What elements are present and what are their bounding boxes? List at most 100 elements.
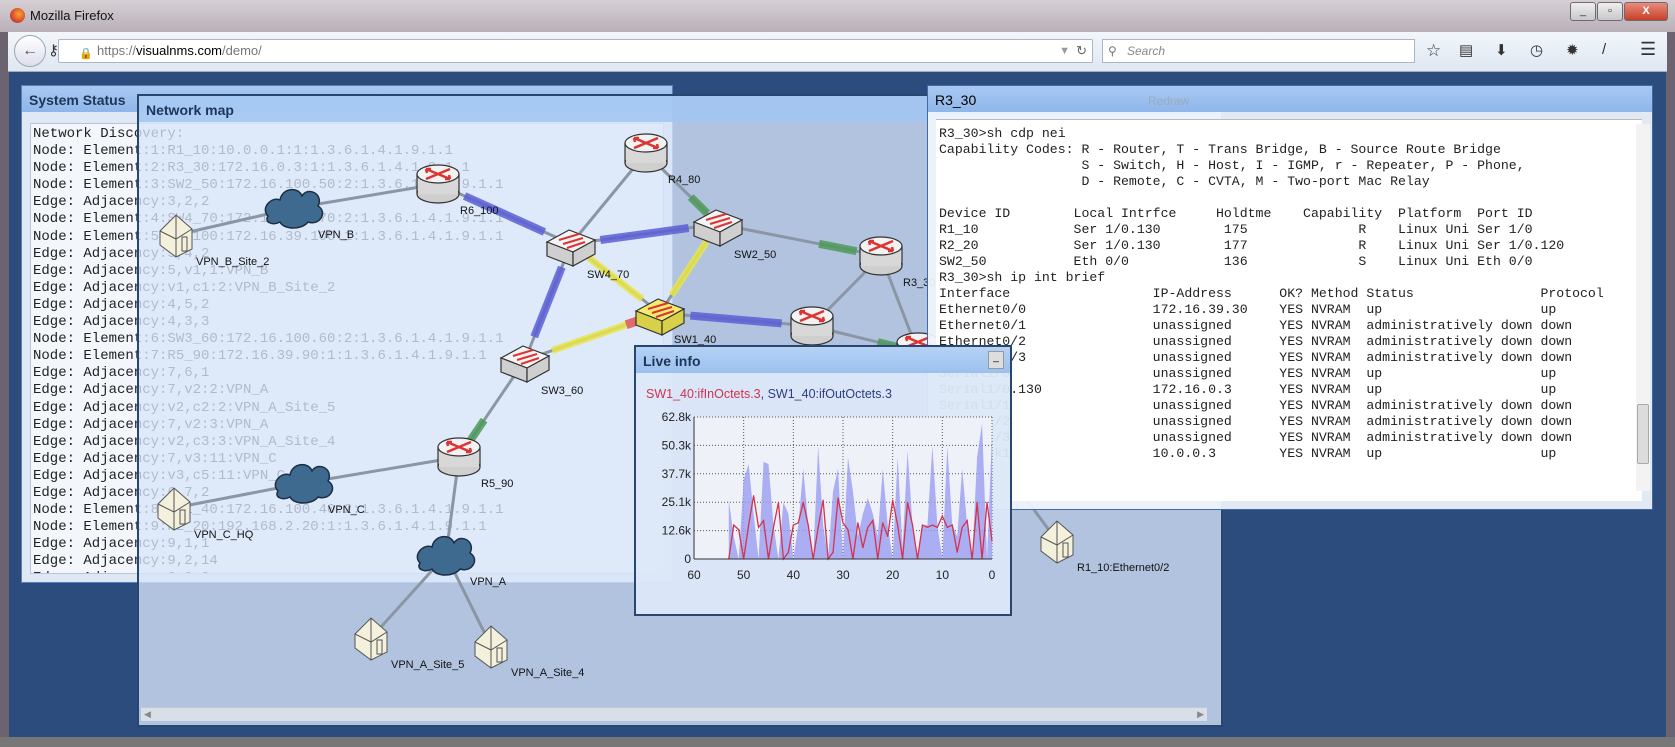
data-point-in <box>817 526 819 528</box>
url-host: visualnms.com <box>136 43 222 58</box>
scroll-left-icon[interactable]: ◀ <box>144 709 151 720</box>
log-line: SW2_50 Eth 0/0 136 S Linux Uni Eth 0/0 <box>939 254 1533 269</box>
log-line: Serial1/1 unassigned YES NVRAM administr… <box>939 398 1573 413</box>
search-input[interactable]: ⚲ Search <box>1102 39 1415 63</box>
y-tick-label: 0 <box>684 552 691 566</box>
log-line: Serial1/3 unassigned YES NVRAM administr… <box>939 430 1573 445</box>
log-line: Ethernet0/2 unassigned YES NVRAM adminis… <box>939 334 1573 349</box>
scrollbar-thumb[interactable] <box>1637 404 1649 464</box>
log-line: Interface IP-Address OK? Method Status P… <box>939 286 1604 301</box>
log-line: R1_10 Ser 1/0.130 175 R Linux Uni Ser 1/… <box>939 222 1533 237</box>
x-tick-label: 60 <box>687 568 701 582</box>
data-point-in <box>733 524 735 526</box>
terminal-output: R3_30>sh cdp nei Capability Codes: R - Ro… <box>936 119 1642 501</box>
gear-icon[interactable]: ✹ <box>1566 41 1579 59</box>
data-point-in <box>941 515 943 517</box>
data-point-in <box>966 519 968 522</box>
redraw-button[interactable]: Redraw <box>1148 94 1189 108</box>
data-point-in <box>872 519 874 522</box>
data-point-in <box>787 551 789 553</box>
scroll-right-icon[interactable]: ▶ <box>1197 709 1204 720</box>
data-point-in <box>976 501 978 504</box>
minimize-button[interactable]: _ <box>1570 2 1596 21</box>
data-point-in <box>738 529 740 531</box>
terminal-window-r3-30: R3_30 Redraw R3_30>sh cdp nei Capability … <box>927 85 1653 510</box>
x-tick-label: 0 <box>989 568 996 582</box>
chart-legend: SW1_40:ifInOctets.3, SW1_40:ifOutOctets.… <box>646 387 892 401</box>
back-button[interactable]: ← <box>14 35 46 67</box>
reload-icon[interactable]: ↻ <box>1076 40 1087 62</box>
window-title: Mozilla Firefox <box>30 8 114 23</box>
close-button[interactable]: X <box>1624 2 1668 21</box>
data-point-in <box>897 524 899 526</box>
x-tick-label: 40 <box>787 568 801 582</box>
live-info-title: Live info <box>636 347 1010 373</box>
download-icon[interactable]: ⬇ <box>1495 41 1508 59</box>
search-icon: ⚲ <box>1108 44 1117 58</box>
history-icon[interactable]: ◷ <box>1530 41 1543 59</box>
minimize-window-button[interactable]: _ <box>988 351 1004 369</box>
wrench-icon[interactable]: / <box>1602 41 1606 58</box>
x-tick-label: 30 <box>836 568 850 582</box>
y-tick-label: 37.7k <box>662 467 692 481</box>
data-point-in <box>772 526 775 528</box>
legend-separator: , <box>760 387 768 401</box>
data-point-in <box>753 495 755 497</box>
url-scheme: https:// <box>97 43 137 58</box>
data-point-in <box>792 524 794 526</box>
dropdown-icon[interactable]: ▼ <box>1059 40 1070 62</box>
y-tick-label: 62.8k <box>662 410 692 424</box>
log-line: Loopback1 10.0.0.3 YES NVRAM up up <box>939 446 1557 461</box>
live-info-window: Live info _ SW1_40:ifInOctets.3, SW1_40:… <box>634 345 1012 616</box>
data-point-in <box>956 551 958 553</box>
data-point-in <box>862 547 864 549</box>
navigation-bar: ← ⚷ 🔒 https://visualnms.com/demo/ ▼ ↻ ⚲ … <box>8 32 1667 72</box>
data-point-in <box>946 526 948 528</box>
maximize-button[interactable]: ▫ <box>1597 2 1623 21</box>
reading-list-icon[interactable]: ▤ <box>1459 41 1473 59</box>
data-point-in <box>757 526 760 528</box>
y-tick-label: 25.1k <box>662 495 692 509</box>
firefox-logo-icon <box>10 8 25 23</box>
horizontal-scrollbar[interactable]: ◀ ▶ <box>141 707 1207 721</box>
traffic-chart: 0 12.6k 25.1k 37.7k 50.3k 62.8k 60 50 40 30 20 10 0 <box>662 410 996 582</box>
data-point-in <box>847 529 849 531</box>
log-line: D - Remote, C - CVTA, M - Two-port Mac R… <box>939 174 1430 189</box>
log-line: R3_30>sh cdp nei <box>939 126 1066 141</box>
data-point-in <box>842 522 844 524</box>
url-path: /demo/ <box>222 43 262 58</box>
log-line: R3_30>sh ip int brief <box>939 270 1106 285</box>
data-point-in <box>857 522 859 524</box>
log-line: Serial1/0 unassigned YES NVRAM up up <box>939 366 1557 381</box>
data-point-in <box>887 535 889 537</box>
vertical-scrollbar[interactable] <box>1636 124 1650 491</box>
data-point-in <box>748 524 750 526</box>
data-point-in <box>832 551 834 553</box>
log-line: Capability Codes: R - Router, T - Trans … <box>939 142 1501 157</box>
data-point-in <box>951 524 953 526</box>
y-tick-label: 50.3k <box>662 438 692 452</box>
log-line: Ethernet0/0 172.16.39.30 YES NVRAM up up <box>939 302 1557 317</box>
y-tick-label: 12.6k <box>662 524 692 538</box>
data-point-in <box>991 540 993 542</box>
data-point-in <box>926 526 929 528</box>
data-point-in <box>822 499 824 501</box>
log-line: Ethernet0/1 unassigned YES NVRAM adminis… <box>939 318 1573 333</box>
data-point-in <box>906 501 909 504</box>
log-line: R2_20 Ser 1/0.130 177 R Linux Uni Ser 1/… <box>939 238 1565 253</box>
log-line: Device ID Local Intrfce Holdtme Capabili… <box>939 206 1533 221</box>
taskbar <box>0 737 1675 747</box>
data-point-in <box>961 526 963 528</box>
lock-icon: 🔒 <box>79 48 93 60</box>
log-line: Serial1/0.130 172.16.0.3 YES NVRAM up up <box>939 382 1557 397</box>
data-point-in <box>802 501 804 504</box>
data-point-in <box>797 522 799 524</box>
log-line: Serial1/2 unassigned YES NVRAM administr… <box>939 414 1573 429</box>
data-point-in <box>762 519 765 522</box>
search-placeholder: Search <box>1127 44 1166 58</box>
url-bar[interactable]: 🔒 https://visualnms.com/demo/ ▼ ↻ <box>58 39 1093 63</box>
data-point-in <box>777 501 780 504</box>
bookmark-star-icon[interactable]: ☆ <box>1426 41 1441 61</box>
menu-icon[interactable]: ☰ <box>1640 39 1656 60</box>
